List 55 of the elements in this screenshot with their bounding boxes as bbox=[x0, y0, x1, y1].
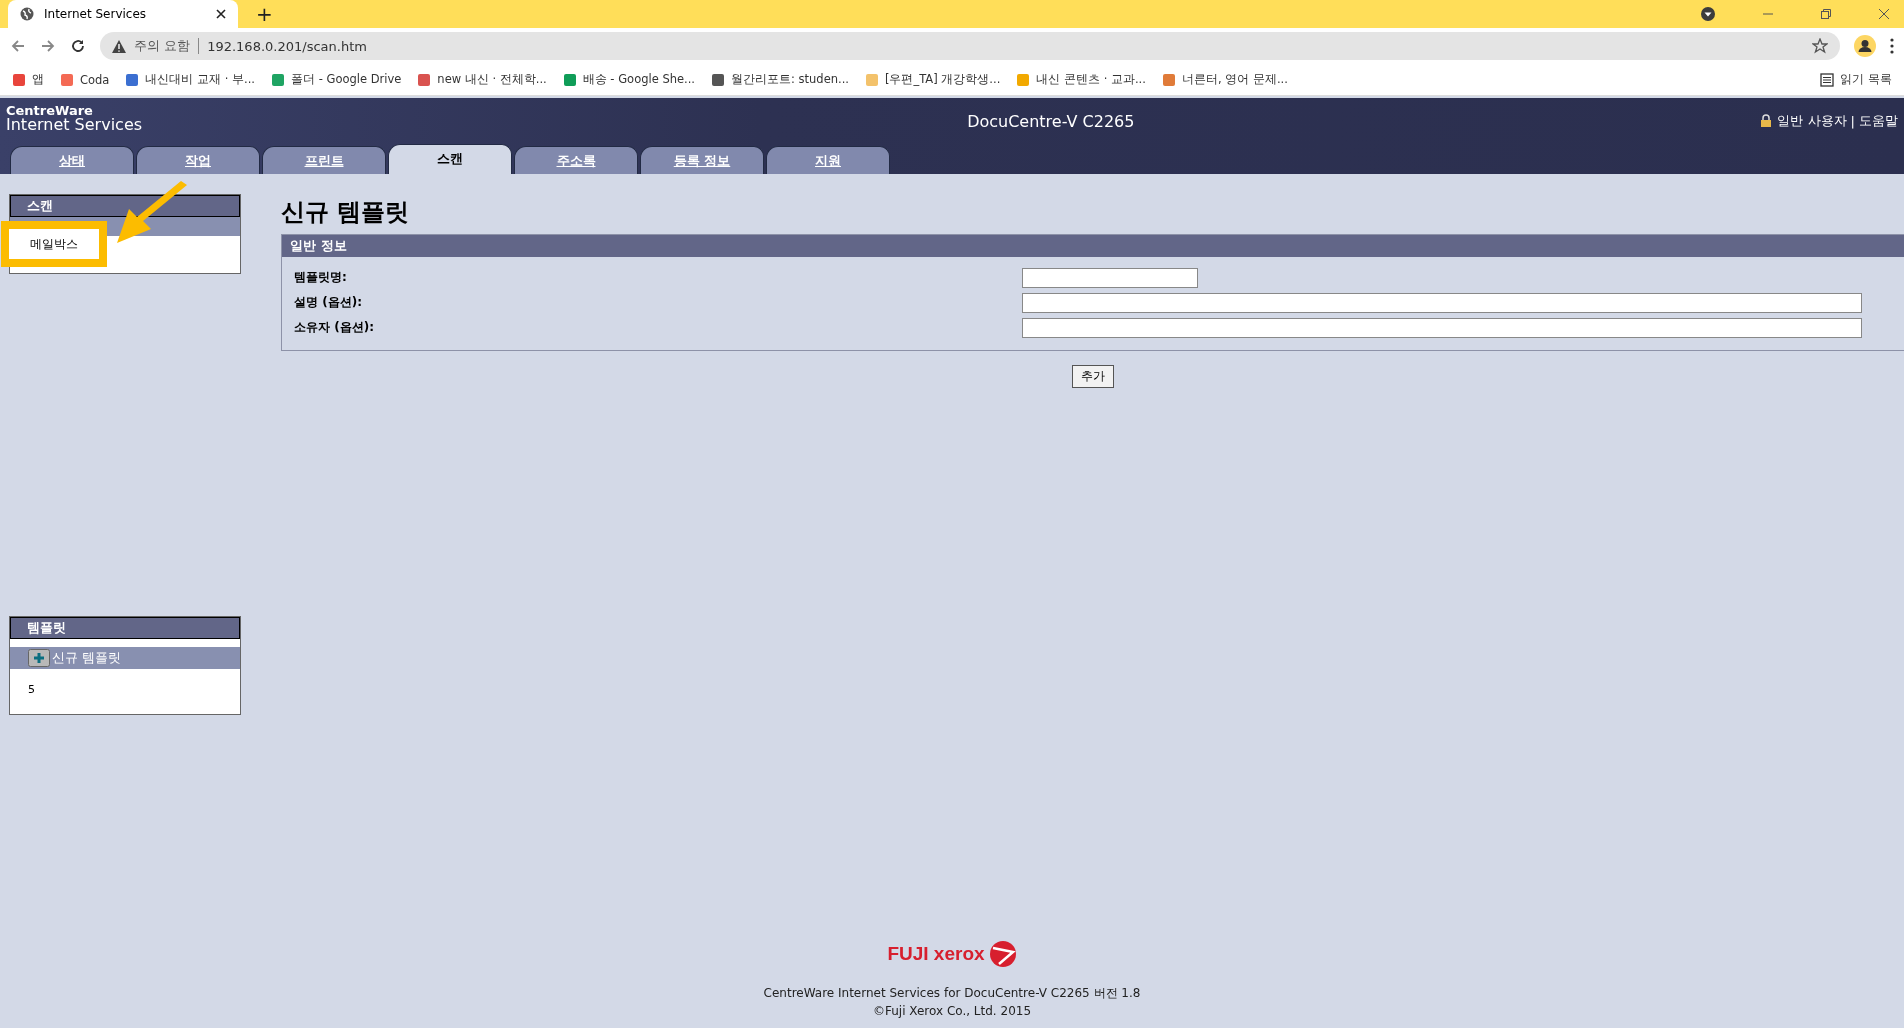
restore-icon[interactable] bbox=[1820, 8, 1832, 20]
sidebar-title: 스캔 bbox=[10, 195, 240, 217]
copyright-text: ©Fuji Xerox Co., Ltd. 2015 bbox=[872, 1003, 1032, 1020]
bookmark[interactable]: 내신 콘텐츠 · 교과... bbox=[1016, 72, 1146, 87]
bookmark[interactable]: 너른터, 영어 문제... bbox=[1161, 72, 1288, 87]
page-title: 신규 템플릿 bbox=[281, 197, 411, 228]
sphere-icon bbox=[988, 940, 1017, 968]
browser-tab[interactable]: Internet Services bbox=[8, 0, 238, 28]
address-bar[interactable]: 주의 요함 192.168.0.201/scan.htm bbox=[100, 32, 1840, 60]
field-label: 소유자 (옵션): bbox=[294, 319, 375, 336]
template-count: 5 bbox=[27, 682, 36, 698]
device-name: DocuCentre-V C2265 bbox=[966, 112, 1136, 131]
url-text: 192.168.0.201/scan.htm bbox=[207, 38, 367, 54]
add-button[interactable]: 추가 bbox=[1071, 365, 1114, 388]
globe-icon bbox=[20, 7, 34, 21]
dropdown-icon[interactable] bbox=[1700, 6, 1716, 22]
bookmark[interactable]: 내신대비 교재 · 부... bbox=[125, 72, 255, 87]
reload-icon[interactable] bbox=[70, 38, 86, 54]
help-link[interactable]: 도움말 bbox=[1859, 112, 1898, 130]
brand-logo-text: FUJI xerox bbox=[887, 945, 985, 963]
user-link[interactable]: 일반 사용자 bbox=[1777, 112, 1847, 130]
bookmark[interactable]: new 내신 · 전체학... bbox=[417, 72, 547, 87]
input-field[interactable] bbox=[1022, 267, 1198, 288]
separator: | bbox=[1850, 113, 1855, 129]
input-field[interactable] bbox=[1022, 292, 1862, 313]
profile-icon[interactable] bbox=[1854, 35, 1876, 57]
list-icon bbox=[1820, 72, 1835, 87]
bookmark[interactable]: [우편_TA] 개강학생... bbox=[865, 72, 1001, 87]
forward-icon[interactable] bbox=[40, 38, 56, 54]
back-icon[interactable] bbox=[10, 38, 26, 54]
lock-icon bbox=[1759, 114, 1774, 128]
input-field[interactable] bbox=[1022, 317, 1862, 338]
star-icon[interactable] bbox=[1812, 38, 1828, 54]
nav-tab[interactable]: 스캔 bbox=[388, 144, 512, 174]
reading-list-button[interactable]: 읽기 목록 bbox=[1820, 72, 1892, 87]
new-tab-button[interactable]: + bbox=[256, 2, 273, 26]
warning-icon bbox=[112, 39, 126, 53]
menu-icon[interactable] bbox=[1890, 38, 1894, 54]
bookmark[interactable]: 폴더 - Google Drive bbox=[271, 72, 402, 87]
close-icon[interactable] bbox=[216, 9, 226, 19]
bookmark[interactable]: Coda bbox=[60, 72, 110, 87]
sidebar-item[interactable]: 메일박스 bbox=[30, 235, 78, 253]
section-title: 일반 정보 bbox=[282, 235, 1904, 257]
bookmark[interactable]: 앱 bbox=[12, 72, 44, 87]
tab-title: Internet Services bbox=[44, 7, 147, 21]
field-label: 템플릿명: bbox=[294, 269, 348, 286]
footer-text: CentreWare Internet Services for DocuCentre-V C2265 버전 1.8 bbox=[763, 985, 1141, 1002]
bookmark[interactable]: 월간리포트: studen... bbox=[711, 72, 849, 87]
bookmark[interactable]: 배송 - Google She... bbox=[562, 72, 696, 87]
security-label: 주의 요함 bbox=[134, 37, 191, 55]
brand-subtitle: Internet Services bbox=[6, 117, 143, 133]
plus-icon bbox=[28, 649, 50, 667]
brand-name: CentreWare bbox=[6, 104, 94, 117]
panel-title: 템플릿 bbox=[10, 617, 240, 639]
field-label: 설명 (옵션): bbox=[294, 294, 363, 311]
